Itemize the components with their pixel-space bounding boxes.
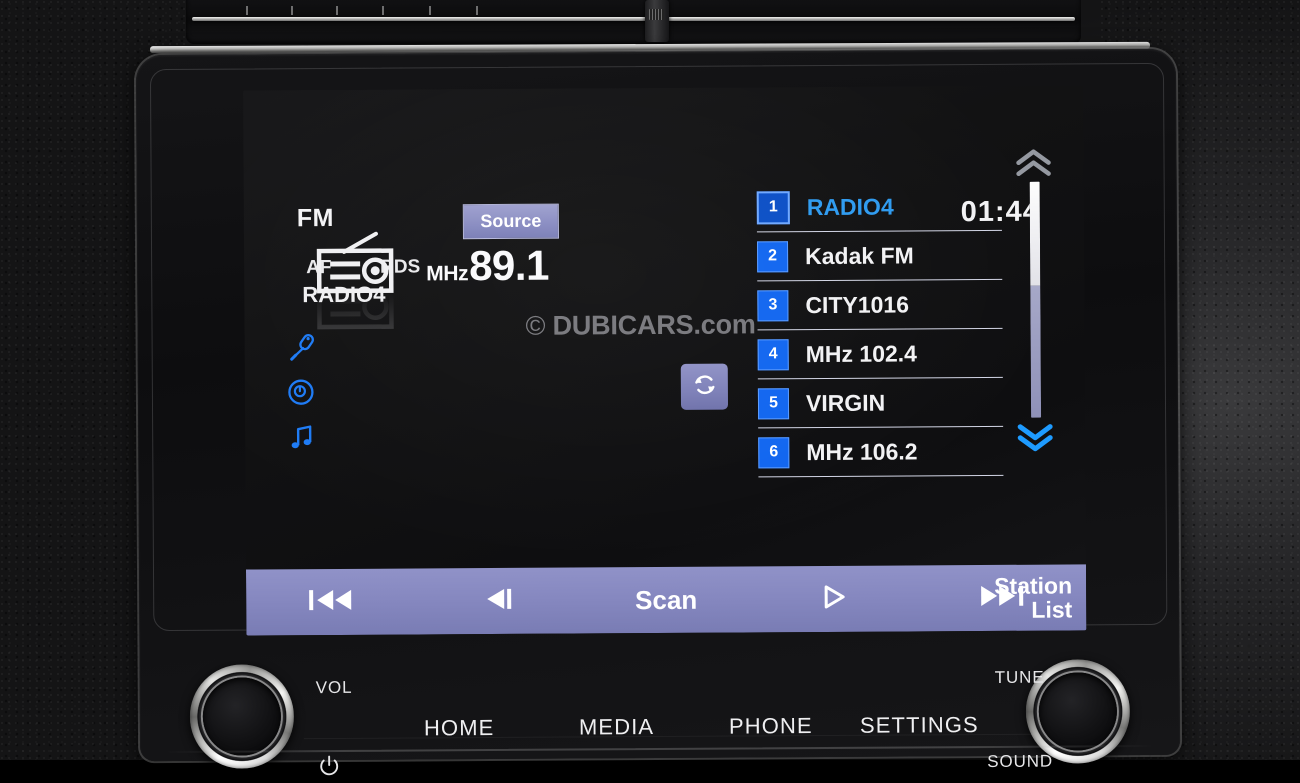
vent-tick <box>336 6 338 15</box>
hardware-control-panel: VOL TUNE SOUND HOME MEDIA PHONE SETTINGS <box>153 633 1166 747</box>
station-list-item[interactable]: 4 MHz 102.4 <box>758 329 1003 379</box>
infotainment-screen[interactable]: FM Source 01:44 AF RDS RADIO4 <box>243 85 1086 635</box>
station-list-button-line2: List <box>1031 597 1072 622</box>
volume-knob[interactable] <box>190 664 295 769</box>
step-forward-button[interactable] <box>750 565 918 632</box>
power-icon[interactable] <box>318 755 340 777</box>
station-list[interactable]: 1 RADIO4 2 Kadak FM 3 CITY1016 4 MHz 102… <box>757 182 1004 477</box>
previous-track-icon <box>307 586 353 617</box>
scroll-up-button[interactable] <box>1013 148 1053 178</box>
radio-icon <box>314 232 400 295</box>
frequency-value: 89.1 <box>469 242 549 290</box>
station-preset-number: 4 <box>758 339 789 370</box>
microphone-icon[interactable] <box>287 333 315 361</box>
vent-tick <box>382 6 384 15</box>
sound-label: SOUND <box>987 752 1053 772</box>
watermark: © DUBICARS.com <box>525 309 755 341</box>
station-list-item[interactable]: 3 CITY1016 <box>757 280 1002 330</box>
chevron-down-icon <box>1015 440 1055 457</box>
vent-adjuster-knob[interactable] <box>645 0 669 42</box>
station-name: Kadak FM <box>805 242 914 270</box>
refresh-button[interactable] <box>681 364 728 410</box>
station-list-item[interactable]: 5 VIRGIN <box>758 378 1003 428</box>
vent-tick <box>476 6 478 15</box>
scrollbar-thumb[interactable] <box>1030 182 1041 286</box>
station-name: MHz 102.4 <box>806 340 917 368</box>
station-preset-number: 2 <box>757 241 788 272</box>
radio-icon-reflection <box>314 294 400 347</box>
scan-button[interactable]: Scan <box>582 566 750 633</box>
station-name: CITY1016 <box>805 291 909 319</box>
station-list-item[interactable]: 6 MHz 106.2 <box>758 427 1003 477</box>
media-source-icons <box>287 333 316 451</box>
watermark-text: DUBICARS.com <box>552 309 755 340</box>
scroll-down-button[interactable] <box>1015 421 1055 453</box>
station-preset-number: 3 <box>757 290 788 321</box>
source-button[interactable]: Source <box>463 204 559 240</box>
music-note-icon[interactable] <box>287 423 315 451</box>
vent-tick <box>291 6 293 15</box>
station-list-item[interactable]: 1 RADIO4 <box>757 182 1002 232</box>
watermark-copyright-symbol: © <box>525 311 545 341</box>
vol-label: VOL <box>316 678 353 698</box>
station-preset-number: 1 <box>757 191 790 224</box>
step-back-icon <box>482 585 514 616</box>
source-button-label: Source <box>480 211 541 232</box>
tune-label: TUNE <box>995 668 1045 688</box>
station-list-button-line1: Station <box>994 573 1072 598</box>
station-name: RADIO4 <box>807 193 894 221</box>
station-list-item[interactable]: 2 Kadak FM <box>757 231 1002 281</box>
disc-icon[interactable] <box>287 378 315 406</box>
station-name: VIRGIN <box>806 389 885 416</box>
station-name: MHz 106.2 <box>806 438 917 466</box>
scrollbar-thumb-lower[interactable] <box>1030 285 1041 417</box>
step-back-button[interactable] <box>414 567 582 634</box>
previous-track-button[interactable] <box>246 568 414 635</box>
playback-toolbar: Scan Station <box>246 564 1086 635</box>
vent-slat <box>192 17 1075 21</box>
scan-label: Scan <box>635 584 697 615</box>
station-preset-number: 5 <box>758 388 789 419</box>
step-forward-icon <box>818 583 850 614</box>
chevron-up-icon <box>1014 165 1054 182</box>
vent-tick <box>429 6 431 15</box>
air-vent <box>186 0 1081 44</box>
scrollbar-track[interactable] <box>1030 182 1041 418</box>
station-preset-number: 6 <box>758 437 789 468</box>
frequency-unit: MHz <box>426 262 468 286</box>
refresh-icon <box>690 370 718 403</box>
vent-tick <box>246 6 248 15</box>
head-unit-bezel: FM Source 01:44 AF RDS RADIO4 <box>136 49 1180 761</box>
band-label: FM <box>297 204 334 233</box>
station-list-button[interactable]: Station List <box>944 564 1076 631</box>
frequency-display: MHz 89.1 <box>426 242 549 291</box>
